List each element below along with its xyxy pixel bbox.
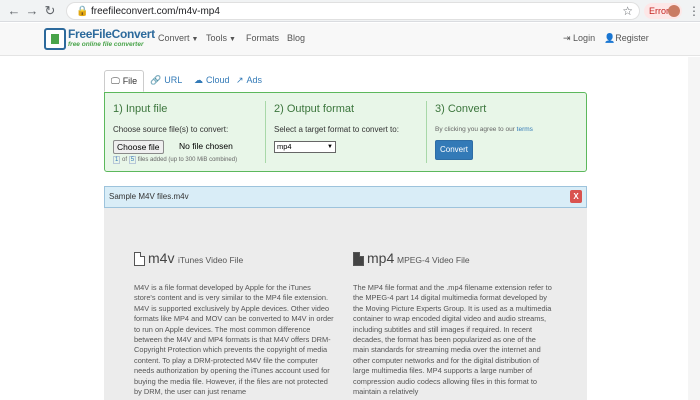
address-bar[interactable]: 🔒 freefileconvert.com/m4v-mp4 ☆: [66, 2, 640, 20]
login-icon: ⇥: [563, 33, 574, 43]
error-label: Error: [649, 6, 669, 16]
file-count: 1 of 5 files added (up to 300 MiB combin…: [113, 156, 238, 164]
format-text: The MP4 file format and the .mp4 filenam…: [353, 283, 552, 397]
output-format-select[interactable]: mp4 ▼: [274, 141, 336, 153]
convert-button[interactable]: Convert: [435, 140, 473, 160]
step-convert: 3) Convert By clicking you agree to our …: [427, 93, 587, 171]
login-link[interactable]: ⇥ Login: [563, 33, 595, 44]
file-count-current[interactable]: 1: [113, 156, 121, 164]
register-link[interactable]: 👤Register: [604, 33, 649, 44]
format-text: M4V is a file format developed by Apple …: [134, 283, 334, 397]
caret-down-icon: ▼: [191, 36, 199, 43]
nav-blog[interactable]: Blog: [287, 33, 305, 43]
link-icon: 🔗: [150, 75, 162, 85]
file-count-total[interactable]: 5: [128, 156, 137, 164]
format-description: MPEG-4 Video File: [397, 255, 470, 265]
star-icon[interactable]: ☆: [622, 3, 633, 20]
video-file-icon: [353, 252, 364, 266]
lock-icon: 🔒: [76, 6, 89, 17]
caret-down-icon: ▼: [229, 36, 236, 43]
monitor-icon: 🖵: [111, 76, 120, 86]
nav-convert[interactable]: Convert ▼: [158, 33, 198, 43]
input-step-title: 1) Input file: [113, 103, 168, 115]
choose-file-button[interactable]: Choose file: [113, 140, 164, 154]
terms-notice: By clicking you agree to our terms: [435, 126, 533, 133]
input-step-subtitle: Choose source file(s) to convert:: [113, 125, 229, 134]
format-info-section: m4v iTunes Video File M4V is a file form…: [104, 208, 587, 400]
source-tabs: 🖵 File 🔗 URL ☁ Cloud ↗ Ads: [104, 70, 584, 92]
page-scrollbar[interactable]: [688, 57, 700, 400]
url-text[interactable]: freefileconvert.com/m4v-mp4: [91, 3, 220, 20]
menu-kebab-icon[interactable]: ⋮: [688, 3, 700, 19]
format-ext: mp4: [367, 250, 395, 266]
tab-file[interactable]: 🖵 File: [104, 70, 145, 92]
avatar: [668, 5, 680, 17]
site-header: FreeFileConvert free online file convert…: [0, 23, 700, 56]
user-icon: 👤: [604, 33, 616, 43]
file-icon: [134, 252, 145, 266]
step-output: 2) Output format Select a target format …: [266, 93, 426, 171]
selected-filename: Sample M4V files.m4v: [109, 192, 189, 201]
selected-format: mp4: [277, 142, 292, 151]
output-step-title: 2) Output format: [274, 103, 355, 115]
logo-tagline: free online file converter: [68, 41, 144, 48]
remove-file-button[interactable]: X: [570, 190, 582, 203]
profile-error-button[interactable]: Error: [644, 3, 682, 19]
selected-file-bar: Sample M4V files.m4v X: [104, 186, 587, 208]
browser-toolbar: ← → ↻ 🔒 freefileconvert.com/m4v-mp4 ☆ Er…: [0, 0, 700, 22]
step-input: 1) Input file Choose source file(s) to c…: [105, 93, 265, 171]
site-logo[interactable]: FreeFileConvert free online file convert…: [44, 27, 155, 53]
caret-down-icon: ▼: [327, 144, 333, 150]
cloud-icon: ☁: [194, 75, 203, 85]
forward-arrow-icon[interactable]: →: [24, 3, 40, 19]
terms-link[interactable]: terms: [517, 126, 533, 133]
reload-icon[interactable]: ↻: [42, 3, 58, 19]
nav-formats[interactable]: Formats: [246, 33, 279, 43]
nav-tools[interactable]: Tools ▼: [206, 33, 236, 43]
logo-title: FreeFileConvert: [68, 27, 155, 41]
convert-step-title: 3) Convert: [435, 103, 487, 115]
no-file-chosen-label: No file chosen: [179, 141, 233, 151]
output-step-subtitle: Select a target format to convert to:: [274, 125, 399, 134]
converter-panel: 1) Input file Choose source file(s) to c…: [104, 92, 587, 172]
format-ext: m4v: [148, 250, 175, 266]
tab-ads[interactable]: ↗ Ads: [230, 70, 268, 92]
back-arrow-icon[interactable]: ←: [6, 3, 22, 19]
tab-cloud[interactable]: ☁ Cloud: [188, 70, 236, 92]
format-description: iTunes Video File: [178, 255, 244, 265]
external-link-icon: ↗: [236, 75, 244, 85]
tab-url[interactable]: 🔗 URL: [144, 70, 188, 92]
logo-mark-icon: [44, 28, 66, 50]
